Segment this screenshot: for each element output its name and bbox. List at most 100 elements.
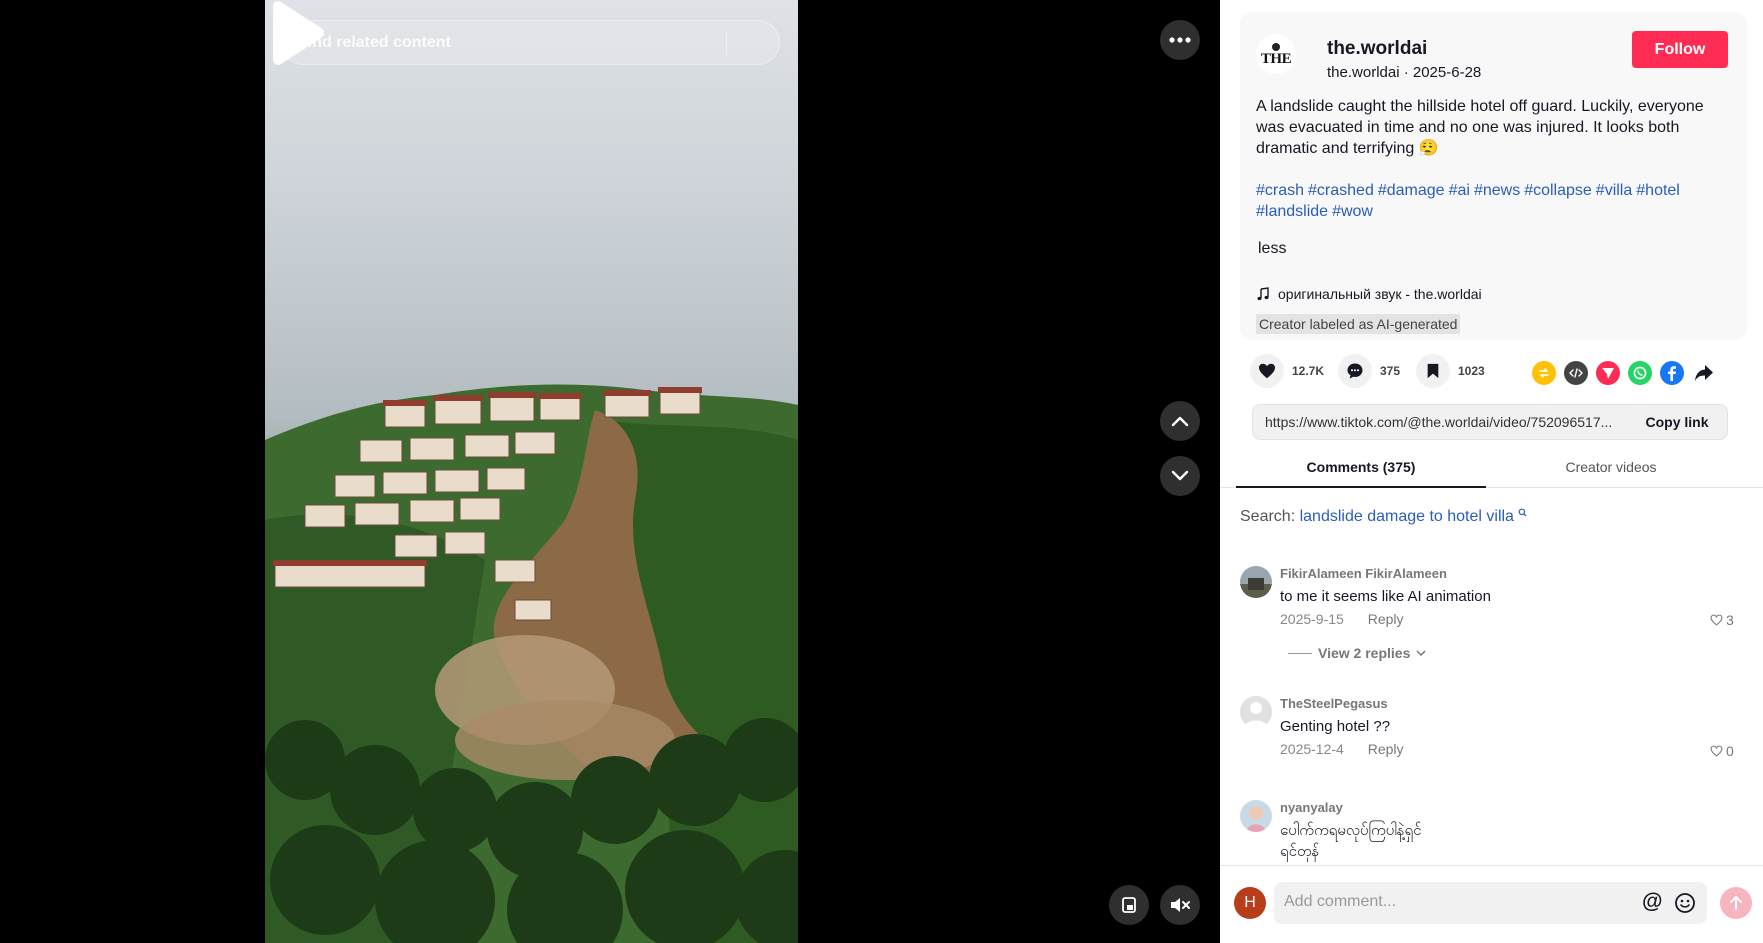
related-search-prefix: Search: [1240, 508, 1296, 525]
comment-item: nyanyalay ပေါက်ကရမလုပ်ကြပါနဲ့ရှင် ရင်တုန… [1240, 800, 1740, 862]
commenter-name[interactable]: TheSteelPegasus [1280, 696, 1388, 711]
video-stage: Find related content [0, 0, 1220, 943]
comment-text-line: ပေါက်ကရမလုပ်ကြပါနဲ့ရှင် [1280, 822, 1422, 839]
tab-comments[interactable]: Comments (375) [1236, 452, 1486, 488]
comment-item: TheSteelPegasus Genting hotel ?? 2025-12… [1240, 696, 1740, 766]
mute-button[interactable] [1160, 885, 1200, 925]
like-button[interactable]: 12.7K [1250, 354, 1324, 388]
send-arrow-icon [1730, 896, 1742, 910]
comment-like-count: 3 [1726, 612, 1734, 628]
avatar-image [1240, 800, 1272, 832]
emoji-icon[interactable] [1674, 892, 1696, 914]
comment-input-placeholder: Add comment... [1284, 893, 1397, 910]
embed-button[interactable] [1564, 361, 1588, 385]
search-button[interactable] [284, 20, 779, 65]
ai-generated-label: Creator labeled as AI-generated [1256, 314, 1461, 334]
repost-button[interactable] [1532, 361, 1556, 385]
search-icon [1518, 508, 1527, 517]
bookmark-icon [1427, 363, 1439, 379]
follow-button[interactable]: Follow [1632, 31, 1728, 68]
hashtag-link[interactable]: #ai [1449, 182, 1470, 199]
whatsapp-icon [1633, 366, 1647, 380]
action-bar: 12.7K 375 1023 [1250, 354, 1740, 390]
commenter-avatar[interactable] [1240, 566, 1272, 598]
comment-button[interactable]: 375 [1338, 354, 1400, 388]
video-caption: A landslide caught the hillside hotel of… [1256, 98, 1704, 157]
hashtag-link[interactable]: #damage [1378, 182, 1445, 199]
next-video-button[interactable] [1160, 456, 1200, 496]
commenter-avatar[interactable] [1240, 696, 1272, 728]
panel-tabs: Comments (375) Creator videos [1220, 452, 1763, 488]
reply-button[interactable]: Reply [1368, 611, 1404, 627]
description-card: THE the.worldai the.worldai · 2025-6-28 … [1240, 12, 1747, 340]
whatsapp-share-button[interactable] [1628, 361, 1652, 385]
commenter-name[interactable]: nyanyalay [1280, 800, 1343, 815]
tiktok-video-page: Find related content THE the.worldai the… [0, 0, 1763, 943]
repost-icon [1539, 368, 1549, 378]
avatar-logo-text: THE [1260, 50, 1292, 67]
mention-button[interactable]: @ [1642, 890, 1662, 914]
hashtag-list: #crash #crashed #damage #ai #news #collapse #v… [1256, 180, 1736, 222]
more-icon [1169, 37, 1191, 43]
reply-button[interactable]: Reply [1368, 741, 1404, 757]
hashtag-link[interactable]: #news [1474, 182, 1520, 199]
comment-composer: H Add comment... @ [1220, 865, 1763, 943]
more-share-button[interactable] [1692, 361, 1716, 385]
embed-icon [1569, 368, 1583, 378]
heart-outline-icon [1710, 745, 1723, 757]
sound-link[interactable]: оригинальный звук - the.worldai [1256, 286, 1482, 302]
save-button[interactable]: 1023 [1416, 354, 1485, 388]
author-avatar[interactable]: THE [1256, 34, 1296, 74]
chevron-down-icon [1171, 470, 1189, 481]
hashtag-link[interactable]: #villa [1596, 182, 1632, 199]
copy-link-button[interactable]: Copy link [1627, 414, 1727, 430]
comment-count: 375 [1380, 364, 1401, 378]
picture-in-picture-button[interactable] [1109, 885, 1149, 925]
facebook-share-button[interactable] [1660, 361, 1684, 385]
tab-creator-videos[interactable]: Creator videos [1486, 452, 1736, 488]
comment-like-count: 0 [1726, 743, 1734, 759]
hashtag-link[interactable]: #hotel [1636, 182, 1680, 199]
comment-date: 2025-9-15 [1280, 611, 1344, 627]
replies-divider [1288, 652, 1312, 654]
post-comment-button[interactable] [1720, 887, 1752, 919]
comment-text: ပေါက်ကရမလုပ်ကြပါနဲ့ရှင် ရင်တုန် [1280, 820, 1422, 862]
find-related-search[interactable]: Find related content [281, 20, 780, 65]
more-options-button[interactable] [1160, 20, 1200, 60]
comment-date: 2025-12-4 [1280, 741, 1344, 757]
comment-input[interactable]: Add comment... @ [1274, 882, 1707, 924]
sound-name: оригинальный звук - the.worldai [1278, 286, 1482, 302]
related-search-suggestion[interactable]: Search: landslide damage to hotel villa [1240, 508, 1527, 526]
hashtag-link[interactable]: #crashed [1308, 182, 1374, 199]
heart-outline-icon [1710, 614, 1723, 626]
hashtag-link[interactable]: #collapse [1524, 182, 1592, 199]
save-count: 1023 [1458, 364, 1485, 378]
comment-text: to me it seems like AI animation [1280, 588, 1491, 605]
video-player[interactable]: Find related content [265, 0, 798, 943]
author-name[interactable]: the.worldai [1327, 38, 1427, 60]
comment-like-button[interactable]: 0 [1710, 743, 1734, 759]
comment-meta: 2025-12-4 Reply [1280, 741, 1404, 757]
hashtag-link[interactable]: #crash [1256, 182, 1304, 199]
pip-icon [1122, 897, 1136, 913]
commenter-avatar[interactable] [1240, 800, 1272, 832]
current-user-avatar[interactable]: H [1234, 887, 1266, 919]
view-replies-button[interactable]: View 2 replies [1288, 645, 1426, 661]
comment-like-button[interactable]: 3 [1710, 612, 1734, 628]
hashtag-link[interactable]: #wow [1332, 203, 1373, 220]
globe-icon [1272, 42, 1280, 51]
video-url[interactable]: https://www.tiktok.com/@the.worldai/vide… [1253, 414, 1627, 430]
default-avatar-icon [1240, 696, 1272, 728]
hashtag-link[interactable]: #landslide [1256, 203, 1328, 220]
commenter-name[interactable]: FikirAlameen FikirAlameen [1280, 566, 1447, 581]
share-arrow-icon [1695, 365, 1713, 381]
play-icon[interactable] [265, 0, 325, 66]
search-placeholder: Find related content [298, 33, 451, 51]
view-replies-label: View 2 replies [1318, 645, 1411, 661]
send-to-friends-button[interactable] [1596, 361, 1620, 385]
comment-item: FikirAlameen FikirAlameen to me it seems… [1240, 566, 1740, 676]
related-search-keyword[interactable]: landslide damage to hotel villa [1300, 508, 1514, 525]
less-toggle[interactable]: less [1258, 240, 1286, 258]
previous-video-button[interactable] [1160, 401, 1200, 441]
like-count: 12.7K [1292, 364, 1325, 378]
